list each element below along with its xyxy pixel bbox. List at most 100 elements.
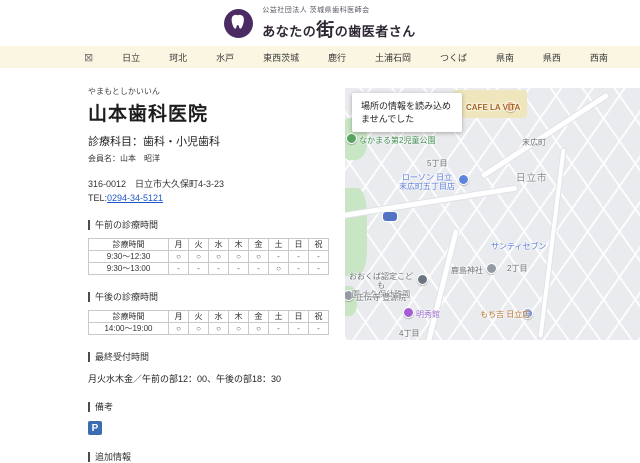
mark-cell: - (289, 251, 309, 263)
time-slot: 9:30～12:30 (89, 251, 169, 263)
mark-cell: ○ (229, 251, 249, 263)
section-last-reception-label: 最終受付時間 (95, 350, 149, 363)
col-sat: 土 (269, 239, 289, 251)
col-hol: 祝 (309, 239, 329, 251)
section-morning-label: 午前の診療時間 (95, 218, 158, 231)
section-bar (88, 352, 90, 362)
mark-cell: - (269, 323, 289, 335)
nav-item-tsukuba[interactable]: つくば (440, 51, 467, 64)
col-time: 診療時間 (89, 311, 169, 323)
section-bar (88, 452, 90, 462)
map-label-2chome: 2丁目 (507, 263, 527, 274)
mark-cell: ○ (169, 323, 189, 335)
map-label-shrine[interactable]: 鹿島神社 (451, 265, 483, 276)
tel-link[interactable]: 0294-34-5121 (107, 193, 163, 203)
map-label-hitachi-city: 日立市 (516, 170, 548, 184)
nav-item-hitachi[interactable]: 日立 (122, 51, 140, 64)
nav-item-tozai-ibaraki[interactable]: 東西茨城 (263, 51, 299, 64)
nav-item-kensei[interactable]: 県西 (543, 51, 561, 64)
kindergarten-icon[interactable] (417, 274, 428, 285)
clinic-furigana: やまもとしかいいん (88, 86, 338, 97)
section-afternoon-label: 午後の診療時間 (95, 290, 158, 303)
broken-image-icon[interactable]: ⊠ (84, 51, 93, 64)
map-label-store[interactable]: サンティセブン (491, 241, 547, 252)
col-sat: 土 (269, 311, 289, 323)
route-shield-icon (383, 212, 397, 221)
nav-item-mito[interactable]: 水戸 (216, 51, 234, 64)
park-area (345, 188, 367, 276)
meishu-icon[interactable] (403, 307, 414, 318)
title-emphasis: 街 (316, 20, 335, 40)
map-label-4chome: 4丁目 (399, 328, 419, 339)
org-name: 公益社団法人 茨城県歯科医師会 (262, 5, 416, 15)
mark-cell: ○ (249, 251, 269, 263)
map-error-popup: 場所の情報を読み込めませんでした (352, 93, 462, 132)
parking-icon: P (88, 421, 102, 435)
convenience-store-icon[interactable] (458, 174, 469, 185)
mark-cell: ○ (209, 251, 229, 263)
mark-cell: ○ (189, 251, 209, 263)
region-nav: ⊠ 日立 珂北 水戸 東西茨城 鹿行 土浦石岡 つくば 県南 県西 西南 (0, 46, 640, 68)
mark-cell: - (169, 263, 189, 275)
col-fri: 金 (249, 239, 269, 251)
nav-item-rokko[interactable]: 鹿行 (328, 51, 346, 64)
title-part1: あなたの (262, 24, 316, 39)
col-tue: 火 (189, 239, 209, 251)
col-mon: 月 (169, 239, 189, 251)
col-tue: 火 (189, 311, 209, 323)
section-bar (88, 292, 90, 302)
section-afternoon-hours: 午後の診療時間 (88, 290, 338, 303)
mark-cell: - (229, 263, 249, 275)
col-thu: 木 (229, 239, 249, 251)
map-label-park[interactable]: なかまる第2児童公園 (359, 135, 435, 146)
mark-cell: - (269, 251, 289, 263)
map-label-lawson[interactable]: ローソン 日立末広町五丁目店 (395, 173, 459, 191)
park-icon[interactable] (346, 133, 357, 144)
brand-text: 公益社団法人 茨城県歯科医師会 あなたの街の歯医者さん (262, 5, 416, 42)
section-bar (88, 220, 90, 230)
mark-cell: - (309, 263, 329, 275)
map-label-cafe[interactable]: CAFE LA VITA (466, 103, 520, 112)
last-reception-text: 月火水木金／午前の部12：00、午後の部18：30 (88, 372, 338, 385)
lawson-line1: ローソン 日立 (402, 173, 452, 182)
lawson-line2: 末広町五丁目店 (399, 182, 455, 191)
tel-label: TEL: (88, 193, 107, 203)
map-label-5chome: 5丁目 (427, 158, 447, 169)
nav-item-tsuchiura-ishioka[interactable]: 土浦石岡 (375, 51, 411, 64)
col-sun: 日 (289, 239, 309, 251)
clinic-name: 山本歯科医院 (88, 99, 338, 126)
col-hol: 祝 (309, 311, 329, 323)
map[interactable]: CAFE LA VITA なかまる第2児童公園 末広町 日立市 5丁目 ローソン… (345, 88, 640, 340)
title-part2: の歯医者さん (335, 24, 416, 39)
map-label-mochikichi[interactable]: もち吉 日立店 (480, 309, 530, 320)
mark-cell: ○ (169, 251, 189, 263)
time-slot: 9:30～13:00 (89, 263, 169, 275)
mark-cell: - (289, 263, 309, 275)
clinic-address: 316-0012 日立市大久保町4-3-23 (88, 177, 338, 190)
col-wed: 水 (209, 311, 229, 323)
nav-item-seinan[interactable]: 西南 (590, 51, 608, 64)
nav-item-kennan[interactable]: 県南 (496, 51, 514, 64)
table-row: 14:00～19:00 ○ ○ ○ ○ ○ - - - (89, 323, 329, 335)
mark-cell: - (189, 263, 209, 275)
map-label-meishu[interactable]: 明秀館 (416, 309, 440, 320)
mark-cell: - (289, 323, 309, 335)
mark-cell: ○ (269, 263, 289, 275)
nav-item-kahoku[interactable]: 珂北 (169, 51, 187, 64)
section-bar (88, 402, 90, 412)
time-slot: 14:00～19:00 (89, 323, 169, 335)
col-time: 診療時間 (89, 239, 169, 251)
road (426, 229, 459, 340)
shrine-icon[interactable] (486, 263, 497, 274)
map-label-temple[interactable]: 正伝寺 豊源院 (356, 292, 406, 303)
mark-cell: - (309, 251, 329, 263)
afternoon-hours-table: 診療時間 月 火 水 木 金 土 日 祝 14:00～19:00 ○ ○ ○ ○… (88, 310, 329, 335)
map-label-suehirocho: 末広町 (522, 137, 546, 148)
clinic-member: 会員名：山本 昭洋 (88, 153, 338, 164)
section-last-reception: 最終受付時間 (88, 350, 338, 363)
mark-cell: ○ (229, 323, 249, 335)
section-additional-info: 追加情報 (88, 450, 338, 463)
table-header-row: 診療時間 月 火 水 木 金 土 日 祝 (89, 311, 329, 323)
col-mon: 月 (169, 311, 189, 323)
mark-cell: - (309, 323, 329, 335)
